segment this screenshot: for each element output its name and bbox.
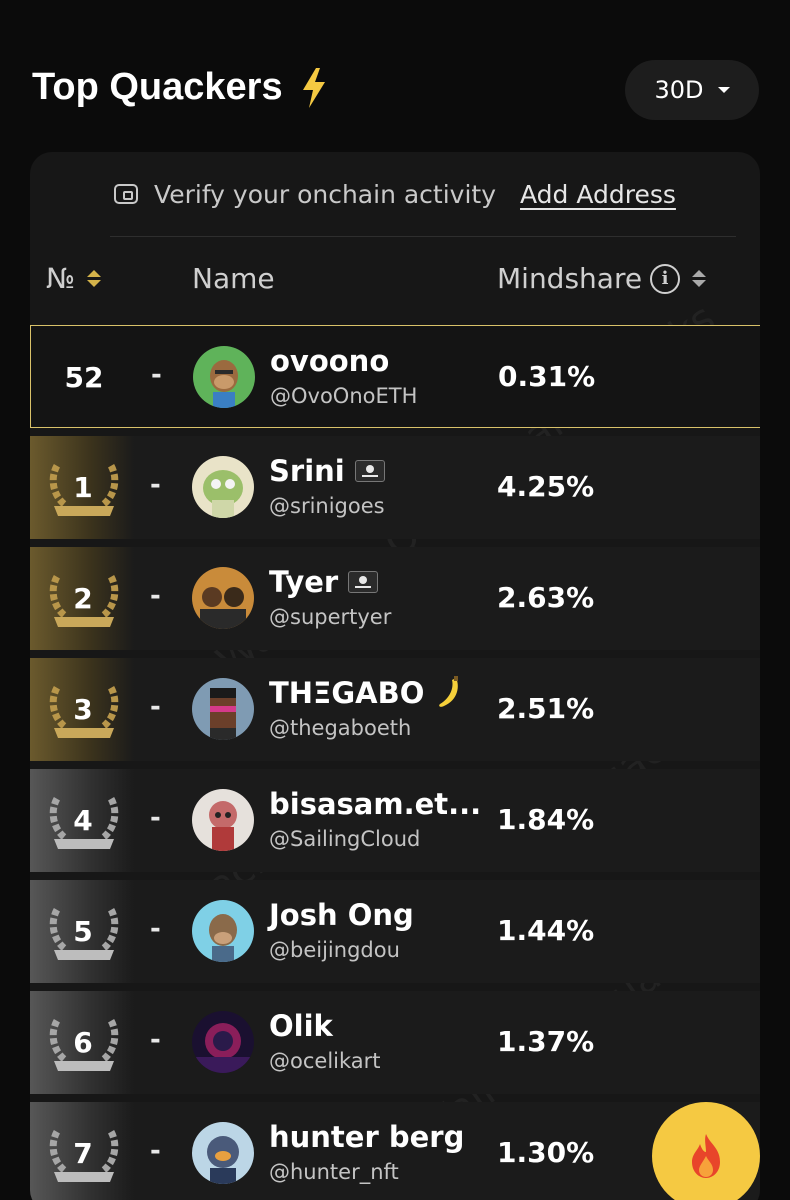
- rank-change: -: [150, 803, 161, 833]
- rank-number: 2: [73, 582, 93, 615]
- user-name[interactable]: hunter berg: [269, 1120, 464, 1154]
- sort-icon: [692, 270, 707, 287]
- leaderboard-row[interactable]: 4 - bisasam.et... @SailingCloud 1.84%: [30, 769, 760, 872]
- column-rank[interactable]: №: [46, 262, 102, 295]
- leaderboard-row[interactable]: 2 - Tyer @supertyer 2.63%: [30, 547, 760, 650]
- column-name: Name: [192, 262, 275, 295]
- rank-change: -: [150, 470, 161, 500]
- page-title-text: Top Quackers: [32, 66, 283, 108]
- user-handle[interactable]: @beijingdou: [269, 938, 400, 962]
- user-name[interactable]: Tyer: [269, 565, 379, 599]
- mindshare-value: 4.25%: [497, 470, 595, 503]
- user-name[interactable]: Olik: [269, 1009, 333, 1043]
- leaderboard-row[interactable]: 3 - THΞGABO @thegaboeth 2.51%: [30, 658, 760, 761]
- rank-change: -: [150, 581, 161, 611]
- divider: [110, 236, 736, 237]
- rank-number: 4: [73, 804, 93, 837]
- chevron-down-icon: [717, 87, 730, 93]
- rank-cell: 5: [30, 880, 134, 983]
- user-name[interactable]: Srini: [269, 454, 385, 488]
- rank-number: 52: [64, 361, 104, 394]
- user-handle[interactable]: @SailingCloud: [269, 827, 420, 851]
- user-handle[interactable]: @supertyer: [269, 605, 391, 629]
- mindshare-value: 2.63%: [497, 581, 595, 614]
- table-header: № Name Mindshare i: [30, 258, 760, 302]
- user-name[interactable]: bisasam.et...: [269, 787, 481, 821]
- rank-cell: 2: [30, 547, 134, 650]
- verify-text: Verify your onchain activity: [154, 179, 497, 209]
- rank-change: -: [150, 914, 161, 944]
- column-mindshare[interactable]: Mindshare i: [497, 262, 707, 295]
- wallet-icon: [114, 184, 139, 204]
- leaderboard-row[interactable]: 1 - Srini @srinigoes 4.25%: [30, 436, 760, 539]
- fire-button[interactable]: [652, 1102, 760, 1200]
- rank-cell: 3: [30, 658, 134, 761]
- avatar[interactable]: [192, 789, 254, 851]
- user-name[interactable]: ovoono: [270, 344, 389, 378]
- rank-change: -: [150, 692, 161, 722]
- user-name[interactable]: THΞGABO: [269, 676, 464, 710]
- leaderboard-row[interactable]: 5 - Josh Ong @beijingdou 1.44%: [30, 880, 760, 983]
- current-user-row[interactable]: 52 - ovoono @OvoOnoETH 0.31%: [30, 325, 760, 428]
- rank-cell: 7: [30, 1102, 134, 1200]
- mindshare-value: 1.37%: [497, 1025, 595, 1058]
- rank-change: -: [150, 1025, 161, 1055]
- rank-cell: 6: [30, 991, 134, 1094]
- mindshare-value: 0.31%: [498, 360, 596, 393]
- info-icon[interactable]: i: [650, 263, 681, 294]
- avatar[interactable]: [192, 900, 254, 962]
- rank-cell: 4: [30, 769, 134, 872]
- leaderboard-panel: Wallchain Quacks Wallchain Quacks quacks…: [30, 152, 760, 1200]
- column-rank-label: №: [46, 262, 76, 295]
- rank-change: -: [151, 360, 162, 390]
- banana-icon: [439, 676, 459, 707]
- mindshare-value: 1.30%: [497, 1136, 595, 1169]
- avatar[interactable]: [192, 1011, 254, 1073]
- user-handle[interactable]: @ocelikart: [269, 1049, 381, 1073]
- user-handle[interactable]: @srinigoes: [269, 494, 385, 518]
- page-title: Top Quackers: [32, 66, 327, 109]
- rank-cell: 1: [30, 436, 134, 539]
- leaderboard-row[interactable]: 7 - hunter berg @hunter_nft 1.30%: [30, 1102, 760, 1200]
- mindshare-value: 1.84%: [497, 803, 595, 836]
- avatar[interactable]: [192, 1122, 254, 1184]
- verify-bar: Verify your onchain activity Add Address: [30, 176, 760, 212]
- period-select[interactable]: 30D: [625, 60, 759, 120]
- user-name[interactable]: Josh Ong: [269, 898, 414, 932]
- avatar[interactable]: [193, 346, 255, 408]
- pirate-flag-icon: [354, 460, 385, 482]
- period-select-value: 30D: [654, 76, 704, 104]
- fire-icon: [692, 1134, 720, 1178]
- rank-number: 5: [73, 915, 93, 948]
- mindshare-value: 2.51%: [497, 692, 595, 725]
- rank-number: 1: [73, 471, 93, 504]
- avatar[interactable]: [192, 456, 254, 518]
- user-handle[interactable]: @thegaboeth: [269, 716, 411, 740]
- lightning-bolt-icon: [302, 67, 325, 108]
- sort-icon: [87, 270, 102, 287]
- pirate-flag-icon: [348, 571, 379, 593]
- rank-number: 3: [73, 693, 93, 726]
- user-handle[interactable]: @OvoOnoETH: [270, 384, 417, 408]
- column-mindshare-label: Mindshare: [497, 262, 643, 295]
- rank-number: 6: [73, 1026, 93, 1059]
- add-address-link[interactable]: Add Address: [520, 180, 676, 209]
- rank-number: 7: [73, 1137, 93, 1170]
- avatar[interactable]: [192, 678, 254, 740]
- avatar[interactable]: [192, 567, 254, 629]
- mindshare-value: 1.44%: [497, 914, 595, 947]
- rank-change: -: [150, 1136, 161, 1166]
- leaderboard-row[interactable]: 6 - Olik @ocelikart 1.37%: [30, 991, 760, 1094]
- user-handle[interactable]: @hunter_nft: [269, 1160, 399, 1184]
